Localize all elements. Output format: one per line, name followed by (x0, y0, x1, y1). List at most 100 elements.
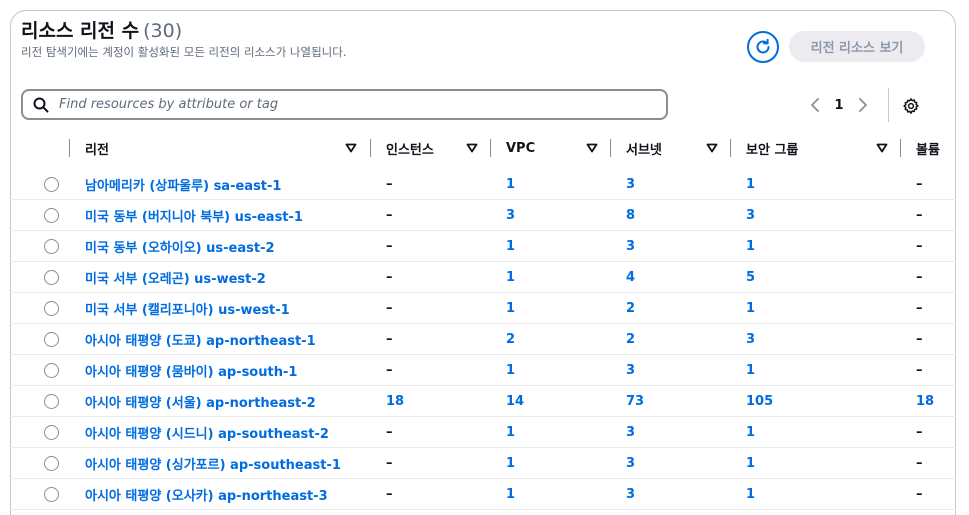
table-row[interactable]: 아시아 태평양 (싱가포르) ap-southeast-1 – 1 3 1 – (10, 448, 956, 479)
cell-region[interactable]: 남아메리카 (상파울루) sa-east-1 (85, 169, 281, 200)
cell-vpc[interactable]: 2 (506, 324, 515, 355)
cell-subnets[interactable]: 3 (626, 231, 635, 262)
cell-vpc[interactable]: 1 (506, 479, 515, 510)
next-page-button[interactable] (852, 94, 874, 116)
cell-vpc[interactable]: 1 (506, 262, 515, 293)
cell-instances: – (386, 208, 393, 223)
cell-region[interactable]: 미국 동부 (오하이오) us-east-2 (85, 231, 275, 262)
table-row[interactable]: 아시아 태평양 (도쿄) ap-northeast-1 – 2 2 3 – (10, 324, 956, 355)
sort-caret-icon[interactable] (345, 143, 357, 153)
row-select-radio[interactable] (44, 363, 59, 378)
cell-region[interactable]: 아시아 태평양 (뭄바이) ap-south-1 (85, 355, 297, 386)
cell-vpc[interactable]: 1 (506, 293, 515, 324)
cell-region[interactable]: 아시아 태평양 (도쿄) ap-northeast-1 (85, 324, 316, 355)
previous-page-button[interactable] (804, 94, 826, 116)
cell-security-groups[interactable]: 3 (746, 324, 755, 355)
search-input[interactable] (59, 97, 639, 112)
row-select-radio[interactable] (44, 239, 59, 254)
sort-caret-icon[interactable] (586, 143, 598, 153)
cell-region[interactable]: 아시아 태평양 (싱가포르) ap-southeast-1 (85, 448, 341, 479)
cell-subnets[interactable]: 8 (626, 200, 635, 231)
current-page-number[interactable]: 1 (826, 98, 852, 113)
table-row[interactable]: 남아메리카 (상파울루) sa-east-1 – 1 3 1 – (10, 169, 956, 200)
table-header: 리전 인스턴스 VPC 서브넷 보안 그룹 볼륨 (10, 133, 956, 163)
cell-region[interactable]: 미국 서부 (캘리포니아) us-west-1 (85, 293, 290, 324)
sort-caret-icon[interactable] (466, 143, 478, 153)
cell-subnets[interactable]: 3 (626, 169, 635, 200)
cell-region[interactable]: 미국 서부 (오레곤) us-west-2 (85, 262, 266, 293)
cell-region[interactable]: 아시아 태평양 (서울) ap-northeast-2 (85, 386, 316, 417)
cell-vpc[interactable]: 1 (506, 169, 515, 200)
column-header-instances[interactable]: 인스턴스 (370, 133, 490, 163)
cell-subnets[interactable]: 3 (626, 479, 635, 510)
column-label: 보안 그룹 (746, 142, 799, 158)
column-header-vpc[interactable]: VPC (490, 133, 610, 163)
cell-security-groups[interactable]: 1 (746, 479, 755, 510)
cell-subnets[interactable]: 4 (626, 262, 635, 293)
cell-region[interactable]: 아시아 태평양 (오사카) ap-northeast-3 (85, 479, 328, 510)
cell-volumes[interactable]: 18 (916, 386, 934, 417)
cell-vpc[interactable]: 3 (506, 200, 515, 231)
row-select-radio[interactable] (44, 487, 59, 502)
cell-subnets[interactable]: 2 (626, 293, 635, 324)
cell-security-groups[interactable]: 1 (746, 448, 755, 479)
cell-subnets[interactable]: 3 (626, 448, 635, 479)
cell-security-groups[interactable]: 3 (746, 200, 755, 231)
cell-instances: – (386, 177, 393, 192)
row-select-radio[interactable] (44, 208, 59, 223)
row-select-radio[interactable] (44, 177, 59, 192)
gear-icon (903, 98, 919, 114)
table-row[interactable]: 아시아 태평양 (서울) ap-northeast-2 18 14 73 105 18 (10, 386, 956, 417)
cell-security-groups[interactable]: 1 (746, 231, 755, 262)
cell-security-groups[interactable]: 1 (746, 355, 755, 386)
cell-vpc[interactable]: 1 (506, 231, 515, 262)
cell-instances: – (386, 332, 393, 347)
title-text: 리소스 리전 수 (21, 20, 140, 42)
cell-subnets[interactable]: 3 (626, 355, 635, 386)
cell-region[interactable]: 아시아 태평양 (시드니) ap-southeast-2 (85, 417, 329, 448)
column-header-volumes[interactable]: 볼륨 (900, 133, 956, 163)
cell-instances: – (386, 363, 393, 378)
cell-subnets[interactable]: 2 (626, 324, 635, 355)
refresh-button[interactable] (747, 31, 779, 63)
cell-vpc[interactable]: 14 (506, 386, 524, 417)
cell-instances: – (386, 487, 393, 502)
row-select-radio[interactable] (44, 425, 59, 440)
cell-vpc[interactable]: 1 (506, 448, 515, 479)
page-description: 리전 탐색기에는 계정이 활성화된 모든 리전의 리소스가 나열됩니다. (21, 45, 347, 59)
cell-security-groups[interactable]: 105 (746, 386, 773, 417)
cell-security-groups[interactable]: 1 (746, 417, 755, 448)
cell-subnets[interactable]: 3 (626, 417, 635, 448)
cell-security-groups[interactable]: 1 (746, 293, 755, 324)
table-row[interactable]: 미국 서부 (캘리포니아) us-west-1 – 1 2 1 – (10, 293, 956, 324)
view-region-resources-button[interactable]: 리전 리소스 보기 (789, 31, 925, 62)
table-row[interactable]: 아시아 태평양 (오사카) ap-northeast-3 – 1 3 1 – (10, 479, 956, 510)
table-row[interactable]: 미국 동부 (오하이오) us-east-2 – 1 3 1 – (10, 231, 956, 262)
column-header-region[interactable]: 리전 (69, 133, 369, 163)
column-label: 볼륨 (916, 142, 940, 158)
table-row[interactable]: 미국 서부 (오레곤) us-west-2 – 1 4 5 – (10, 262, 956, 293)
row-select-radio[interactable] (44, 301, 59, 316)
search-box[interactable] (21, 89, 668, 120)
cell-region[interactable]: 미국 동부 (버지니아 북부) us-east-1 (85, 200, 303, 231)
column-header-subnets[interactable]: 서브넷 (610, 133, 730, 163)
sort-caret-icon[interactable] (876, 143, 888, 153)
cell-vpc[interactable]: 1 (506, 355, 515, 386)
table-row[interactable]: 미국 동부 (버지니아 북부) us-east-1 – 3 8 3 – (10, 200, 956, 231)
row-select-radio[interactable] (44, 270, 59, 285)
pagination-divider (888, 88, 889, 122)
table-row[interactable]: 아시아 태평양 (뭄바이) ap-south-1 – 1 3 1 – (10, 355, 956, 386)
column-header-security-groups[interactable]: 보안 그룹 (730, 133, 900, 163)
column-label: VPC (506, 140, 536, 156)
cell-subnets[interactable]: 73 (626, 386, 644, 417)
cell-instances[interactable]: 18 (386, 386, 404, 417)
row-select-radio[interactable] (44, 456, 59, 471)
sort-caret-icon[interactable] (706, 143, 718, 153)
table-row[interactable]: 아시아 태평양 (시드니) ap-southeast-2 – 1 3 1 – (10, 417, 956, 448)
cell-vpc[interactable]: 1 (506, 417, 515, 448)
row-select-radio[interactable] (44, 394, 59, 409)
cell-security-groups[interactable]: 1 (746, 169, 755, 200)
cell-security-groups[interactable]: 5 (746, 262, 755, 293)
table-preferences-button[interactable] (900, 95, 922, 117)
row-select-radio[interactable] (44, 332, 59, 347)
